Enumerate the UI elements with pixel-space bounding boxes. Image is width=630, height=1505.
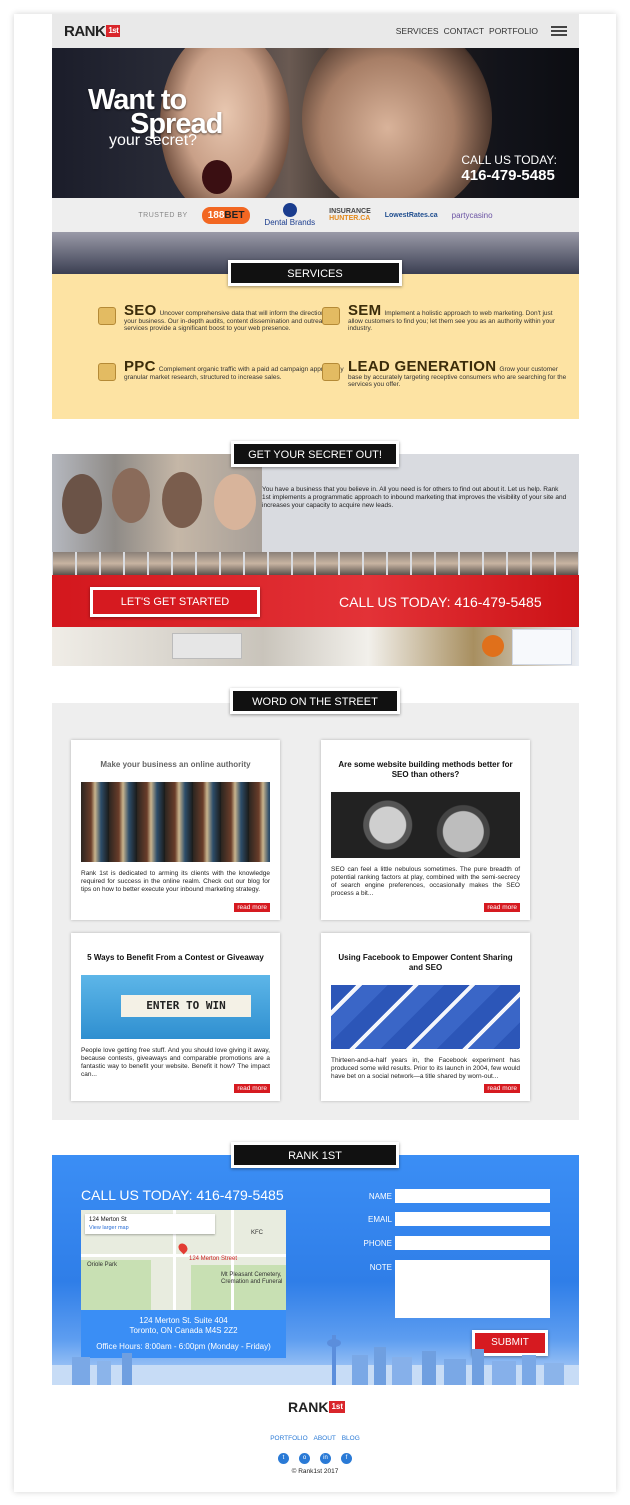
top-bar: RANK 1st SERVICES CONTACT PORTFOLIO <box>52 14 579 48</box>
whispering-people-image <box>52 454 262 552</box>
star-person-icon <box>322 363 340 381</box>
note-field[interactable] <box>395 1260 550 1318</box>
brand-188bet-logo: 188BET <box>201 206 251 224</box>
blog-section: Make your business an online authority R… <box>52 703 579 1120</box>
blog-card-title[interactable]: Are some website building methods better… <box>333 760 518 780</box>
facebook-likes-image <box>331 985 520 1049</box>
map-info-card: 124 Merton St View larger map <box>85 1214 215 1234</box>
service-seo: SEO Uncover comprehensive data that will … <box>98 303 344 333</box>
note-label: NOTE <box>369 1263 392 1272</box>
blog-heading: WORD ON THE STREET <box>230 688 400 714</box>
faces-strip-image <box>52 552 579 575</box>
name-row: NAME <box>352 1189 552 1203</box>
instagram-icon[interactable]: o <box>299 1453 310 1464</box>
twitter-icon[interactable]: t <box>278 1453 289 1464</box>
phone-field[interactable] <box>395 1236 550 1250</box>
email-field[interactable] <box>395 1212 550 1226</box>
map-pin-icon <box>176 1241 190 1255</box>
logo[interactable]: RANK 1st <box>64 22 121 40</box>
secret-section: You have a business that you believe in.… <box>52 454 579 666</box>
get-started-button[interactable]: LET'S GET STARTED <box>90 587 260 617</box>
name-field[interactable] <box>395 1189 550 1203</box>
blog-card-title[interactable]: Using Facebook to Empower Content Sharin… <box>333 953 518 973</box>
blog-card[interactable]: Make your business an online authority R… <box>71 740 280 920</box>
footer-link-portfolio[interactable]: PORTFOLIO <box>270 1435 307 1442</box>
brand-insurance-logo: INSURANCE HUNTER.CA <box>329 208 371 222</box>
books-image <box>81 782 270 862</box>
footer-nav: PORTFOLIO ABOUT BLOG <box>0 1435 630 1442</box>
dollar-icon <box>98 363 116 381</box>
hero-subtitle: your secret? <box>109 132 198 149</box>
desk-image <box>52 627 579 666</box>
brand-lowestrates-logo: LowestRates.ca <box>384 211 438 219</box>
nav-portfolio[interactable]: PORTFOLIO <box>489 26 538 36</box>
blog-card-excerpt: Rank 1st is dedicated to arming its clie… <box>81 870 270 893</box>
secret-text: You have a business that you believe in.… <box>262 486 567 509</box>
blog-card[interactable]: Are some website building methods better… <box>321 740 530 920</box>
read-more-link[interactable]: read more <box>484 1084 520 1093</box>
service-sem: SEM Implement a holistic approach to web … <box>322 303 568 333</box>
blog-card-title[interactable]: Make your business an online authority <box>83 760 268 770</box>
logo-badge: 1st <box>106 25 121 37</box>
blog-card-excerpt: People love getting free stuff. And you … <box>81 1047 270 1078</box>
social-links: t o in f <box>0 1453 630 1464</box>
phone-label: PHONE <box>363 1239 392 1248</box>
read-more-link[interactable]: read more <box>234 903 270 912</box>
phone-row: PHONE <box>352 1236 552 1250</box>
read-more-link[interactable]: read more <box>484 903 520 912</box>
cta-call-text[interactable]: CALL US TODAY: 416-479-5485 <box>339 594 542 610</box>
read-more-link[interactable]: read more <box>234 1084 270 1093</box>
email-label: EMAIL <box>367 1215 392 1224</box>
person-icon <box>322 307 340 325</box>
main-nav: SERVICES CONTACT PORTFOLIO <box>396 26 567 36</box>
hero-call-number[interactable]: 416-479-5485 <box>461 167 554 184</box>
logo-text: RANK <box>64 22 106 40</box>
enter-to-win-image: ENTER TO WIN <box>81 975 270 1039</box>
footer-link-blog[interactable]: BLOG <box>342 1435 360 1442</box>
trusted-by-bar: TRUSTED BY 188BET Dental Brands INSURANC… <box>52 198 579 232</box>
name-label: NAME <box>368 1192 392 1201</box>
view-larger-map-link[interactable]: View larger map <box>89 1225 129 1231</box>
hero-title: Want to Spread <box>88 84 223 140</box>
secret-heading: GET YOUR SECRET OUT! <box>231 441 399 467</box>
blog-card-excerpt: Thirteen-and-a-half years in, the Facebo… <box>331 1057 520 1080</box>
trusted-label: TRUSTED BY <box>138 211 188 219</box>
map[interactable]: Oriole Park Mt Pleasant Cemetery, Cremat… <box>81 1210 286 1310</box>
nav-services[interactable]: SERVICES <box>396 26 439 36</box>
email-row: EMAIL <box>352 1212 552 1226</box>
services-heading: SERVICES <box>228 260 402 286</box>
linkedin-icon[interactable]: in <box>320 1453 331 1464</box>
blog-card-excerpt: SEO can feel a little nebulous sometimes… <box>331 866 520 897</box>
city-skyline-image <box>52 1335 579 1385</box>
blog-card[interactable]: 5 Ways to Benefit From a Contest or Give… <box>71 933 280 1101</box>
contact-heading: RANK 1ST <box>231 1142 399 1168</box>
hero-banner: Want to Spread your secret? CALL US TODA… <box>52 48 579 198</box>
hero-call: CALL US TODAY: 416-479-5485 <box>461 153 557 185</box>
facebook-icon[interactable]: f <box>341 1453 352 1464</box>
contact-call[interactable]: CALL US TODAY: 416-479-5485 <box>81 1187 284 1203</box>
address-line2: Toronto, ON Canada M4S 2Z2 <box>129 1326 238 1335</box>
nav-contact[interactable]: CONTACT <box>444 26 484 36</box>
hero-call-label: CALL US TODAY: <box>461 153 557 167</box>
magnifier-icon <box>98 307 116 325</box>
footer-logo[interactable]: RANK 1st <box>288 1399 346 1415</box>
contact-section: CALL US TODAY: 416-479-5485 Oriole Park … <box>52 1155 579 1385</box>
footer-link-about[interactable]: ABOUT <box>313 1435 335 1442</box>
address-line1: 124 Merton St. Suite 404 <box>139 1316 228 1325</box>
blog-card[interactable]: Using Facebook to Empower Content Sharin… <box>321 933 530 1101</box>
menu-icon[interactable] <box>551 26 567 36</box>
note-row: NOTE <box>352 1260 552 1318</box>
brand-partycasino-logo: partycasino <box>451 210 493 220</box>
copyright: © Rank1st 2017 <box>291 1468 339 1475</box>
gears-image <box>331 792 520 858</box>
blog-card-title[interactable]: 5 Ways to Benefit From a Contest or Give… <box>83 953 268 963</box>
service-lead-generation: LEAD GENERATION Grow your customer base b… <box>322 359 568 389</box>
service-ppc: PPC Complement organic traffic with a pai… <box>98 359 344 381</box>
brand-dental-logo: Dental Brands <box>264 203 315 227</box>
services-section: SEO Uncover comprehensive data that will … <box>52 274 579 419</box>
